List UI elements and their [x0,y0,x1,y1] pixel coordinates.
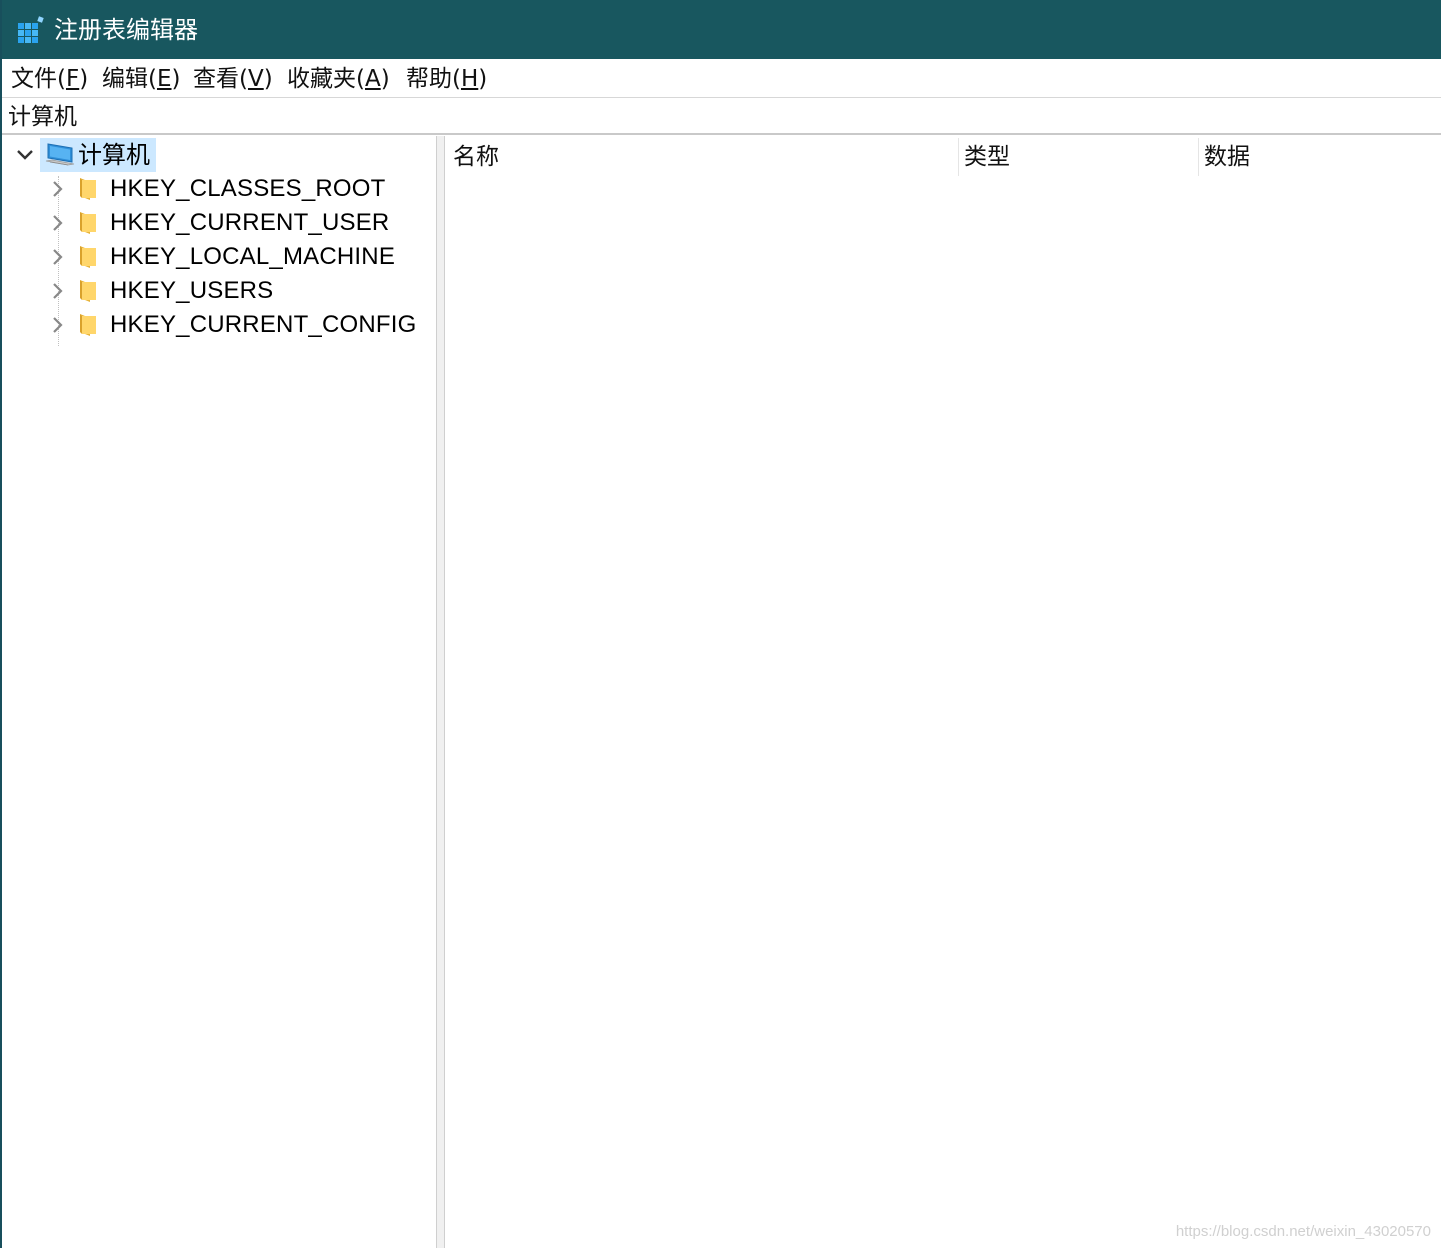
address-path: 计算机 [8,104,77,130]
menu-view[interactable]: 查看(V) [193,63,273,95]
folder-icon [80,280,96,302]
computer-icon [45,143,75,166]
tree-node-computer[interactable]: 计算机 [12,138,162,172]
tree-node-label: HKEY_CLASSES_ROOT [110,175,386,202]
menu-edit[interactable]: 编辑(E) [102,63,181,95]
folder-icon [80,314,96,336]
column-header-type[interactable]: 类型 [964,140,1010,176]
menu-bar: 文件(F) 编辑(E) 查看(V) 收藏夹(A) 帮助(H) [2,59,1441,98]
tree-pane[interactable]: 计算机 HKEY_CLASSES_ROOT HKEY_CURRENT_USER … [2,136,436,1248]
tree-node-label: HKEY_CURRENT_USER [110,209,390,236]
pane-splitter[interactable] [436,136,445,1248]
menu-file[interactable]: 文件(F) [11,63,88,95]
menu-favorites[interactable]: 收藏夹(A) [287,63,390,95]
folder-icon [80,178,96,200]
menu-help[interactable]: 帮助(H) [406,63,487,95]
title-bar[interactable]: 注册表编辑器 [2,0,1441,59]
column-header-name[interactable]: 名称 [453,140,499,176]
registry-editor-window: 注册表编辑器 文件(F) 编辑(E) 查看(V) 收藏夹(A) 帮助(H) 计算… [0,0,1441,1248]
registry-editor-icon [18,16,44,43]
chevron-right-icon[interactable] [48,246,68,268]
chevron-right-icon[interactable] [48,314,68,336]
folder-icon [80,212,96,234]
folder-icon [80,246,96,268]
tree-node-label: 计算机 [78,141,150,169]
column-divider[interactable] [1198,138,1199,176]
chevron-right-icon[interactable] [48,178,68,200]
tree-node-hku[interactable]: HKEY_USERS [46,274,426,308]
tree-node-hklm[interactable]: HKEY_LOCAL_MACHINE [46,240,426,274]
chevron-right-icon[interactable] [48,280,68,302]
tree-node-label: HKEY_USERS [110,277,274,304]
tree-node-label: HKEY_CURRENT_CONFIG [110,311,417,338]
chevron-down-icon[interactable] [14,144,36,166]
tree-node-hkcr[interactable]: HKEY_CLASSES_ROOT [46,172,426,206]
address-bar[interactable]: 计算机 [2,98,1441,135]
tree-node-hkcu[interactable]: HKEY_CURRENT_USER [46,206,426,240]
watermark-text: https://blog.csdn.net/weixin_43020570 [1175,1223,1431,1240]
tree-node-hkcc[interactable]: HKEY_CURRENT_CONFIG [46,308,426,342]
column-divider[interactable] [958,138,959,176]
chevron-right-icon[interactable] [48,212,68,234]
column-header-data[interactable]: 数据 [1204,140,1250,176]
tree-node-label: HKEY_LOCAL_MACHINE [110,243,396,270]
window-title: 注册表编辑器 [54,16,198,44]
value-list-pane[interactable]: 名称 类型 数据 [446,136,1441,1248]
